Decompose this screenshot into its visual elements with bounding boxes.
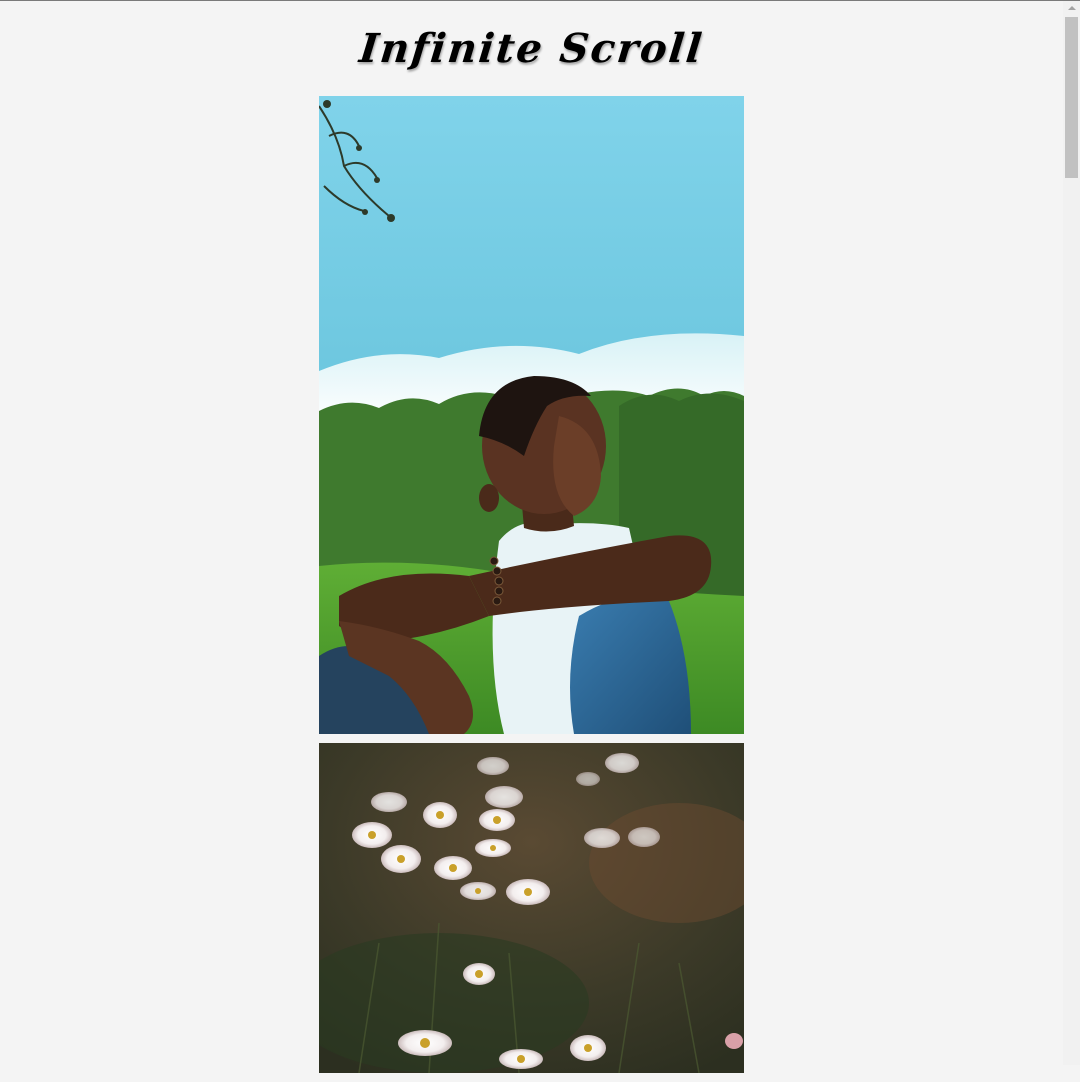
white-daisies-field-photo — [319, 743, 744, 1073]
page-title: Infinite Scroll — [357, 25, 706, 72]
vertical-scrollbar[interactable] — [1063, 1, 1080, 1065]
image-feed[interactable] — [319, 96, 744, 1082]
feed-image-man-on-grass[interactable] — [319, 96, 744, 734]
scrollbar-thumb[interactable] — [1065, 17, 1078, 178]
man-sitting-on-grass-photo — [319, 96, 744, 734]
page: Infinite Scroll — [0, 1, 1063, 1073]
feed-image-daisies[interactable] — [319, 743, 744, 1073]
scroll-up-arrow-icon[interactable] — [1063, 1, 1080, 15]
